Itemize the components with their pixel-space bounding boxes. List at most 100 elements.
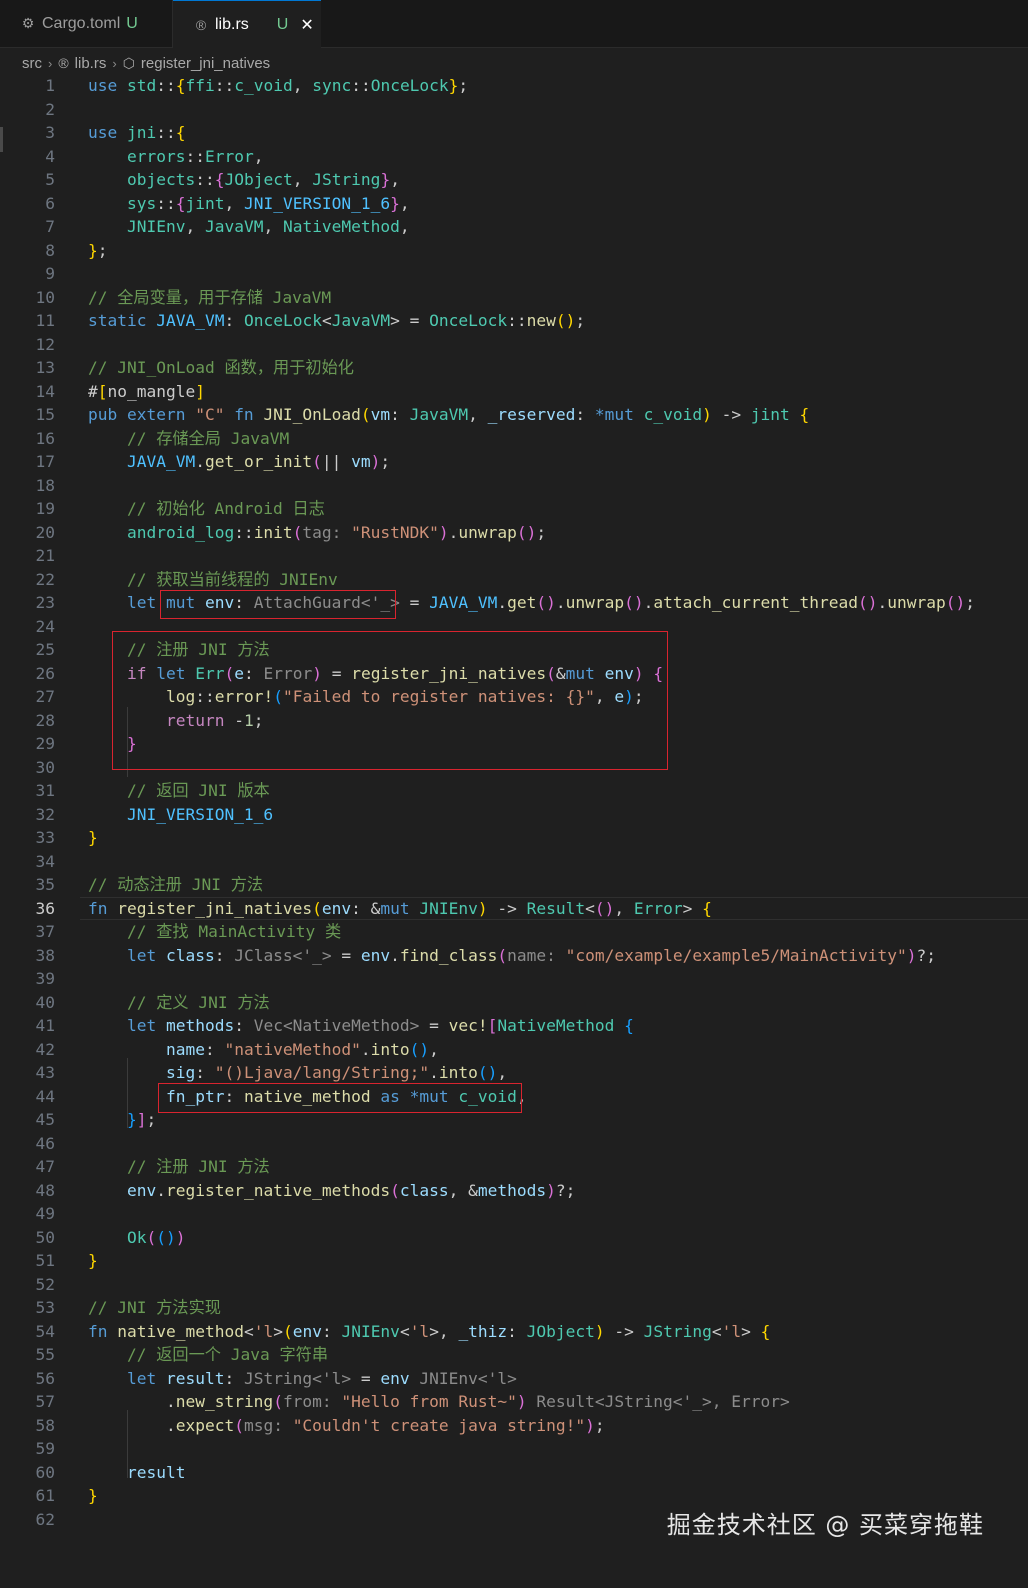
code-token: result (126, 1462, 186, 1482)
code-line[interactable]: 49 (0, 1202, 1028, 1226)
code-token: JAVA_VM (429, 593, 498, 612)
code-token: // JNI 方法实现 (88, 1298, 221, 1317)
code-line[interactable]: 60 result (0, 1461, 1028, 1485)
code-line[interactable]: 21 (0, 544, 1028, 568)
code-line[interactable]: 20 android_log::init(tag: "RustNDK").unw… (0, 521, 1028, 545)
tab-label: Cargo.toml (42, 14, 121, 32)
breadcrumb-folder[interactable]: src (22, 55, 42, 72)
code-line[interactable]: 2 (0, 98, 1028, 122)
code-line[interactable]: 4 errors::Error, (0, 145, 1028, 169)
code-token: ( (146, 1227, 157, 1247)
code-line[interactable]: 31 // 返回 JNI 版本 (0, 779, 1028, 803)
code-line[interactable]: 11 static JAVA_VM: OnceLock<JavaVM> = Onc… (0, 309, 1028, 333)
line-code: use std::{ffi::c_void, sync::OnceLock}; (88, 74, 468, 98)
line-number: 47 (35, 1157, 56, 1176)
code-line[interactable]: 47 // 注册 JNI 方法 (0, 1155, 1028, 1179)
code-editor[interactable]: 1 use std::{ffi::c_void, sync::OnceLock};… (0, 74, 1028, 1531)
code-token: () (555, 311, 576, 330)
code-line[interactable]: 46 (0, 1132, 1028, 1156)
code-line[interactable]: 5 objects::{JObject, JString}, (0, 168, 1028, 192)
line-code: result (88, 1461, 185, 1485)
code-line[interactable]: 12 (0, 333, 1028, 357)
code-line[interactable]: 10 // 全局变量，用于存储 JavaVM (0, 286, 1028, 310)
code-token: new_string (175, 1392, 274, 1411)
code-token: , (253, 146, 264, 166)
code-token: [ (487, 1016, 498, 1035)
code-line[interactable]: 38 let class: JClass<'_> = env.find_clas… (0, 944, 1028, 968)
code-token: // JNI_OnLoad 函数，用于初始化 (88, 358, 354, 377)
code-line[interactable]: 61} (0, 1484, 1028, 1508)
code-token: : (390, 405, 410, 424)
code-line[interactable]: 52 (0, 1273, 1028, 1297)
code-line[interactable]: 37 // 查找 MainActivity 类 (0, 920, 1028, 944)
code-line[interactable]: 35 // 动态注册 JNI 方法 (0, 873, 1028, 897)
code-line[interactable]: 50 Ok(()) (0, 1226, 1028, 1250)
code-token: result (165, 1368, 225, 1388)
code-token: () (516, 522, 537, 542)
code-line[interactable]: 57 .new_string(from: "Hello from Rust~")… (0, 1390, 1028, 1414)
code-line[interactable]: 43 sig: "()Ljava/lang/String;".into(), (0, 1061, 1028, 1085)
breadcrumb-symbol[interactable]: register_jni_natives (141, 55, 270, 72)
line-number: 13 (35, 358, 56, 377)
code-line[interactable]: 42 name: "nativeMethod".into(), (0, 1038, 1028, 1062)
code-line[interactable]: 58 .expect(msg: "Couldn't create java st… (0, 1414, 1028, 1438)
code-line[interactable]: 51} (0, 1249, 1028, 1273)
code-line[interactable]: 14 #[no_mangle] (0, 380, 1028, 404)
code-line[interactable]: 13 // JNI_OnLoad 函数，用于初始化 (0, 356, 1028, 380)
line-code: sig: "()Ljava/lang/String;".into(), (88, 1061, 507, 1085)
code-token: . (429, 1063, 439, 1082)
code-line[interactable]: 17 JAVA_VM.get_or_init(|| vm); (0, 450, 1028, 474)
code-token: ( (282, 1321, 293, 1341)
code-token: , (497, 1063, 508, 1082)
code-line[interactable]: 16 // 存储全局 JavaVM (0, 427, 1028, 451)
code-token: use (88, 76, 127, 95)
code-line[interactable]: 36 fn register_jni_natives(env: &mut JNIE… (0, 896, 1028, 921)
code-line[interactable]: 15 pub extern "C" fn JNI_OnLoad(vm: JavaV… (0, 403, 1028, 427)
breadcrumb-file[interactable]: lib.rs (75, 55, 107, 72)
code-line[interactable]: 18 (0, 474, 1028, 498)
code-line[interactable]: 8}; (0, 239, 1028, 263)
code-line[interactable]: 54 fn native_method<'l>(env: JNIEnv<'l>, … (0, 1320, 1028, 1344)
close-icon[interactable]: ✕ (300, 15, 313, 35)
code-line[interactable]: 40 // 定义 JNI 方法 (0, 991, 1028, 1015)
code-line[interactable]: 22 // 获取当前线程的 JNIEnv (0, 568, 1028, 592)
code-line[interactable]: 7 JNIEnv, JavaVM, NativeMethod, (0, 215, 1028, 239)
code-line[interactable]: 53 // JNI 方法实现 (0, 1296, 1028, 1320)
code-token: , (614, 898, 634, 918)
code-line[interactable]: 39 (0, 967, 1028, 991)
code-token: ; (594, 1415, 605, 1435)
code-line[interactable]: 23 let mut env: AttachGuard<'_> = JAVA_V… (0, 591, 1028, 615)
tab-cargo-toml[interactable]: ⚙ Cargo.toml U (0, 0, 173, 47)
code-line[interactable]: 6 sys::{jint, JNI_VERSION_1_6}, (0, 192, 1028, 216)
code-line[interactable]: 1 use std::{ffi::c_void, sync::OnceLock}; (0, 74, 1028, 98)
rust-icon: ® (195, 17, 207, 33)
line-number: 19 (35, 499, 56, 518)
code-line[interactable]: 3 use jni::{ (0, 121, 1028, 145)
code-token: . (877, 593, 888, 612)
code-token: JNIEnv (419, 898, 478, 918)
code-line[interactable]: 55 // 返回一个 Java 字符串 (0, 1343, 1028, 1367)
code-line[interactable]: 19 // 初始化 Android 日志 (0, 497, 1028, 521)
code-token: () (409, 1039, 430, 1059)
line-number: 42 (35, 1039, 56, 1059)
code-line[interactable]: 32 JNI_VERSION_1_6 (0, 803, 1028, 827)
code-token: class (165, 945, 215, 965)
code-token: errors (126, 146, 186, 166)
code-line[interactable]: 9 (0, 262, 1028, 286)
gear-icon: ⚙ (21, 15, 35, 31)
code-line[interactable]: 48 env.register_native_methods(class, &m… (0, 1179, 1028, 1203)
code-token: JString (643, 1321, 712, 1341)
line-code: use jni::{ (88, 121, 185, 145)
code-token: ; (146, 1110, 157, 1129)
code-line[interactable]: 59 (0, 1437, 1028, 1461)
code-line[interactable]: 33} (0, 826, 1028, 850)
tab-lib-rs[interactable]: ® lib.rs U ✕ (173, 0, 321, 49)
code-line[interactable]: 34 (0, 850, 1028, 874)
code-line[interactable]: 41 let methods: Vec<NativeMethod> = vec!… (0, 1014, 1028, 1038)
code-token: # (88, 381, 98, 401)
code-line[interactable]: 56 let result: JString<'l> = env JNIEnv<… (0, 1367, 1028, 1391)
code-token: > (741, 1321, 761, 1341)
